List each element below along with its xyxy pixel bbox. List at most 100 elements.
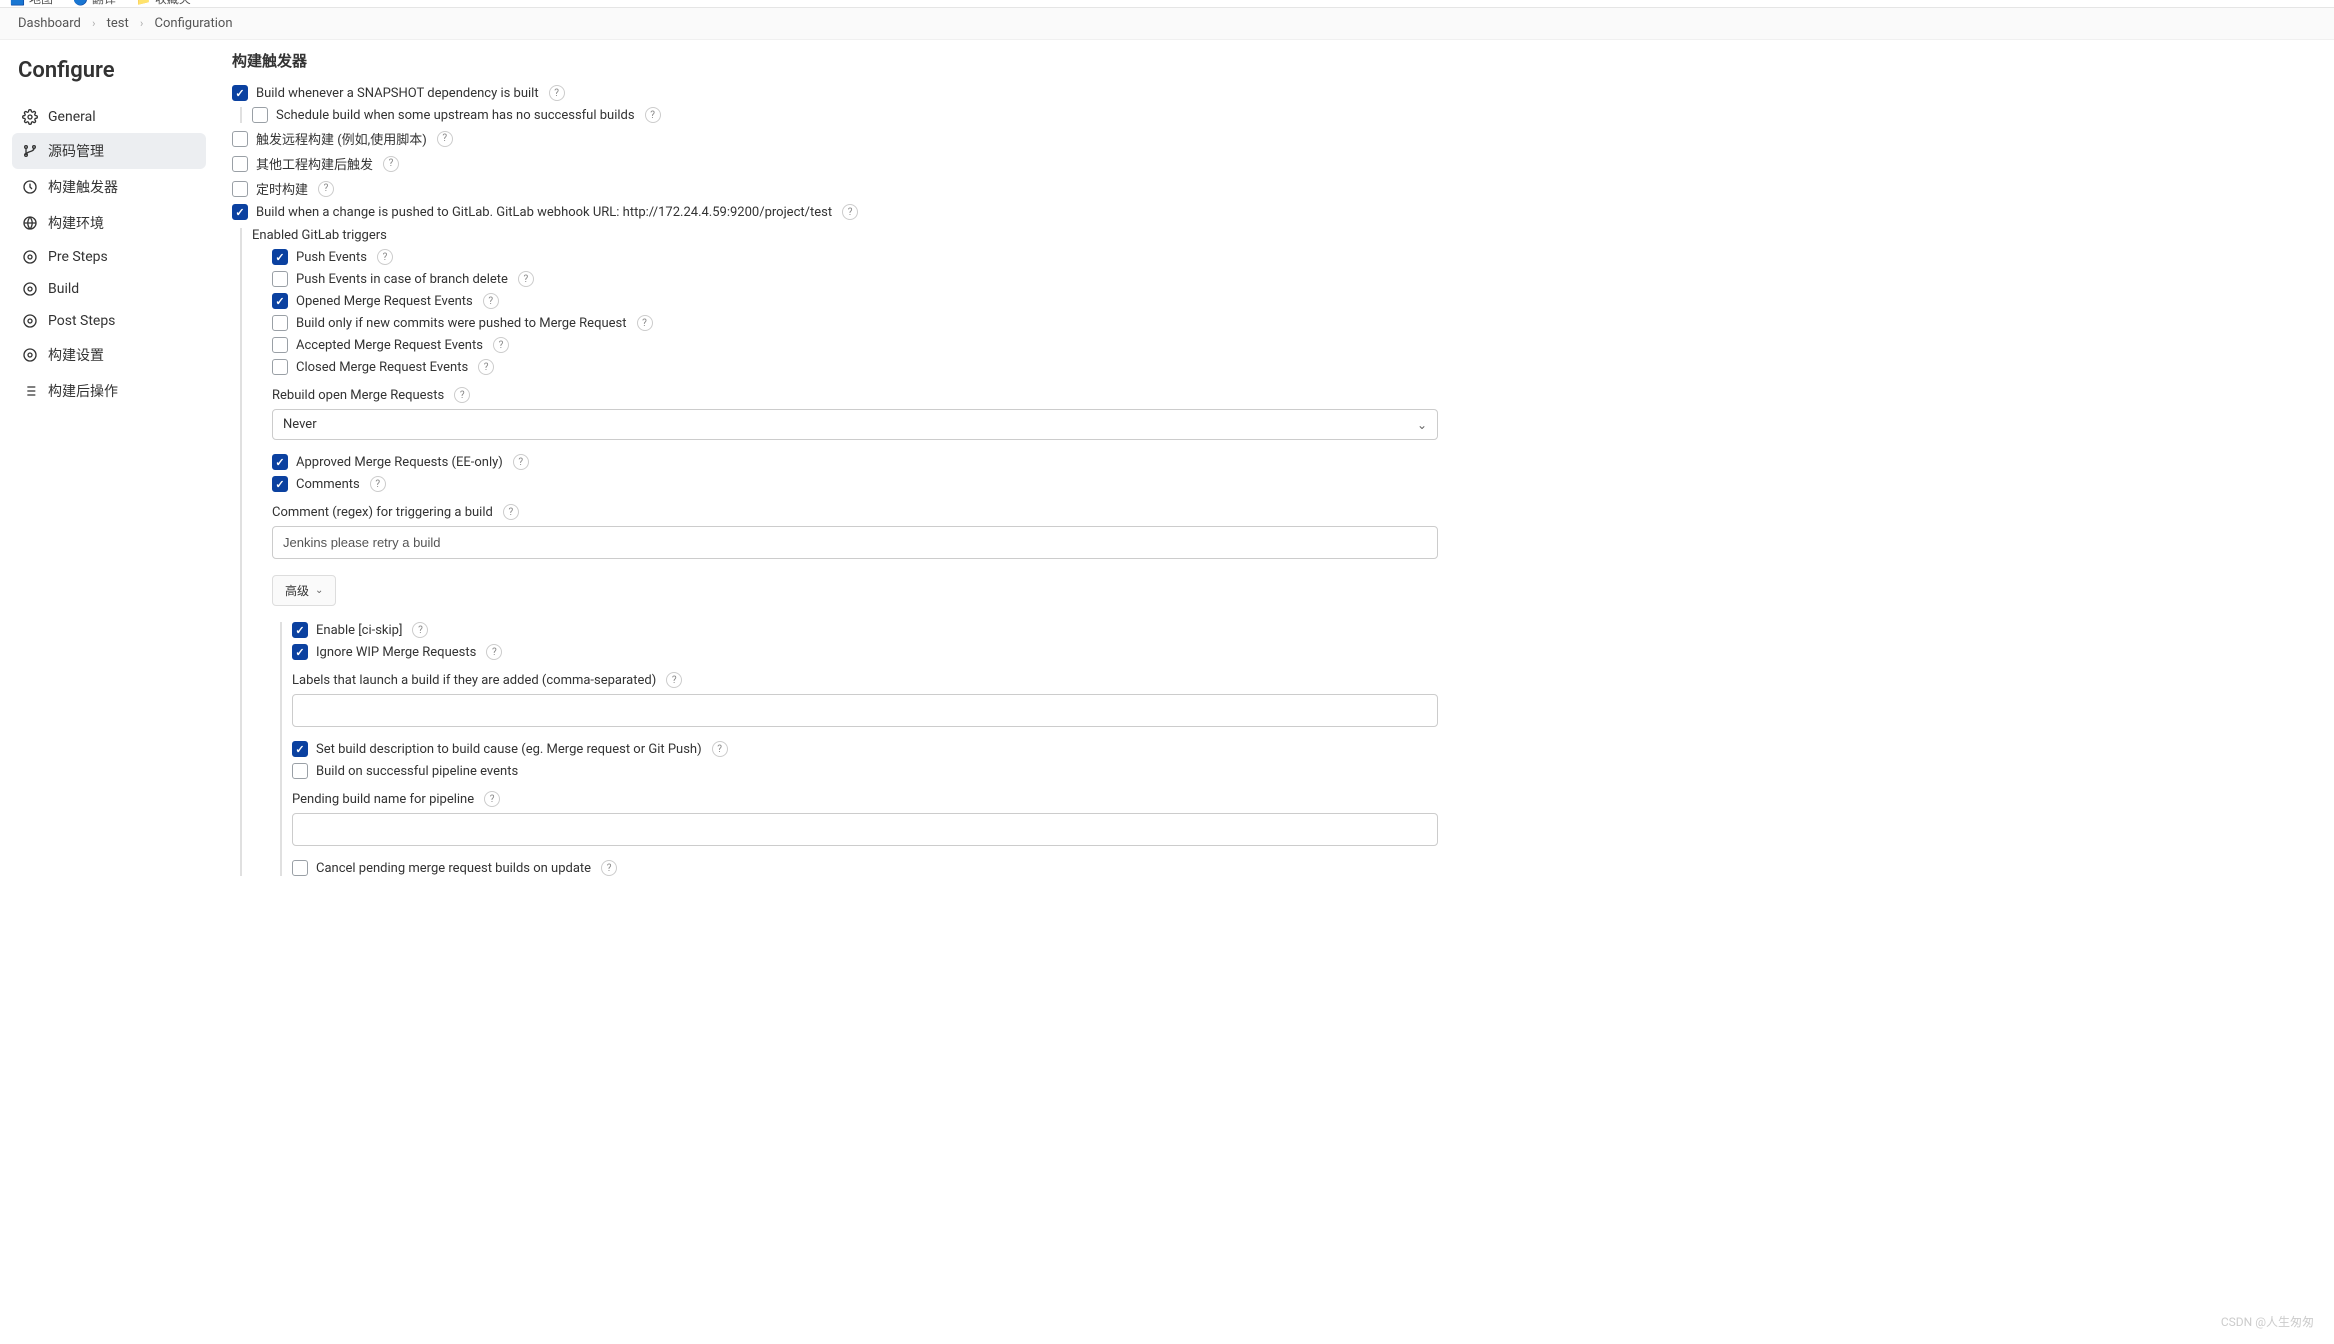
watermark: CSDN @人生匆匆	[2221, 1313, 2314, 1330]
label-opened-mr: Opened Merge Request Events	[296, 294, 473, 309]
help-icon[interactable]: ?	[478, 359, 494, 375]
sidebar-item-general[interactable]: General	[12, 101, 206, 133]
branch-icon	[22, 143, 38, 159]
help-icon[interactable]: ?	[383, 156, 399, 172]
sidebar-item-build[interactable]: Build	[12, 273, 206, 305]
help-icon[interactable]: ?	[503, 504, 519, 520]
checkbox-ci-skip[interactable]	[292, 622, 308, 638]
label-remote-trigger: 触发远程构建 (例如,使用脚本)	[256, 129, 427, 148]
checkbox-cancel-pending[interactable]	[292, 860, 308, 876]
checkbox-schedule-upstream[interactable]	[252, 107, 268, 123]
help-icon[interactable]: ?	[518, 271, 534, 287]
toolbar-translate[interactable]: 🔵 翻译	[73, 0, 116, 7]
help-icon[interactable]: ?	[454, 387, 470, 403]
help-icon[interactable]: ?	[412, 622, 428, 638]
help-icon[interactable]: ?	[483, 293, 499, 309]
checkbox-snapshot[interactable]	[232, 85, 248, 101]
checkbox-gitlab-push[interactable]	[232, 204, 248, 220]
checkbox-remote-trigger[interactable]	[232, 131, 248, 147]
label-set-build-desc: Set build description to build cause (eg…	[316, 742, 702, 757]
globe-icon	[22, 215, 38, 231]
sidebar-item-build-settings[interactable]: 构建设置	[12, 337, 206, 373]
checkbox-timed-build[interactable]	[232, 181, 248, 197]
sidebar-item-label: General	[48, 109, 96, 125]
chevron-right-icon: ›	[92, 17, 95, 30]
label-enabled-triggers: Enabled GitLab triggers	[252, 228, 1438, 243]
help-icon[interactable]: ?	[601, 860, 617, 876]
breadcrumb: Dashboard › test › Configuration	[0, 8, 2334, 40]
list-icon	[22, 383, 38, 399]
checkbox-build-on-success[interactable]	[292, 763, 308, 779]
sidebar-item-label: 构建触发器	[48, 177, 118, 197]
help-icon[interactable]: ?	[645, 107, 661, 123]
sidebar-item-post-build[interactable]: 构建后操作	[12, 373, 206, 409]
label-comments: Comments	[296, 477, 360, 492]
select-rebuild[interactable]: Never ⌄	[272, 409, 1438, 440]
label-build-on-success: Build on successful pipeline events	[316, 764, 518, 779]
checkbox-set-build-desc[interactable]	[292, 741, 308, 757]
sidebar-item-pre-steps[interactable]: Pre Steps	[12, 241, 206, 273]
checkbox-comments[interactable]	[272, 476, 288, 492]
label-accepted-mr: Accepted Merge Request Events	[296, 338, 483, 353]
checkbox-ignore-wip[interactable]	[292, 644, 308, 660]
gear-icon	[22, 281, 38, 297]
breadcrumb-configuration[interactable]: Configuration	[155, 16, 233, 31]
help-icon[interactable]: ?	[486, 644, 502, 660]
label-labels-launch: Labels that launch a build if they are a…	[292, 672, 1438, 688]
gear-icon	[22, 109, 38, 125]
help-icon[interactable]: ?	[370, 476, 386, 492]
input-pending-name[interactable]	[292, 813, 1438, 846]
toolbar-map[interactable]: 🟦 地图	[10, 0, 53, 7]
label-gitlab-push: Build when a change is pushed to GitLab.…	[256, 205, 832, 220]
sidebar-item-source[interactable]: 源码管理	[12, 133, 206, 169]
checkbox-push-delete[interactable]	[272, 271, 288, 287]
label-rebuild: Rebuild open Merge Requests ?	[272, 387, 1438, 403]
label-approved-mr: Approved Merge Requests (EE-only)	[296, 455, 503, 470]
help-icon[interactable]: ?	[493, 337, 509, 353]
gear-icon	[22, 313, 38, 329]
checkbox-accepted-mr[interactable]	[272, 337, 288, 353]
label-cancel-pending: Cancel pending merge request builds on u…	[316, 861, 591, 876]
label-ci-skip: Enable [ci-skip]	[316, 623, 402, 638]
help-icon[interactable]: ?	[549, 85, 565, 101]
help-icon[interactable]: ?	[842, 204, 858, 220]
label-push-delete: Push Events in case of branch delete	[296, 272, 508, 287]
label-snapshot: Build whenever a SNAPSHOT dependency is …	[256, 86, 539, 101]
advanced-button[interactable]: 高级 ⌄	[272, 575, 336, 606]
label-other-build: 其他工程构建后触发	[256, 154, 373, 173]
chevron-right-icon: ›	[140, 17, 143, 30]
sidebar-item-post-steps[interactable]: Post Steps	[12, 305, 206, 337]
sidebar: Configure General 源码管理 构建触发器 构建环境 Pre St…	[0, 40, 218, 922]
label-schedule-upstream: Schedule build when some upstream has no…	[276, 108, 635, 123]
help-icon[interactable]: ?	[666, 672, 682, 688]
sidebar-item-label: Build	[48, 281, 79, 297]
help-icon[interactable]: ?	[712, 741, 728, 757]
checkbox-other-build[interactable]	[232, 156, 248, 172]
sidebar-item-label: 构建环境	[48, 213, 104, 233]
help-icon[interactable]: ?	[377, 249, 393, 265]
help-icon[interactable]: ?	[484, 791, 500, 807]
input-comment-regex[interactable]	[272, 526, 1438, 559]
main-content: 构建触发器 Build whenever a SNAPSHOT dependen…	[218, 40, 1478, 922]
gear-icon	[22, 249, 38, 265]
checkbox-closed-mr[interactable]	[272, 359, 288, 375]
sidebar-item-triggers[interactable]: 构建触发器	[12, 169, 206, 205]
checkbox-build-only-new[interactable]	[272, 315, 288, 331]
label-pending-name: Pending build name for pipeline ?	[292, 791, 1438, 807]
help-icon[interactable]: ?	[513, 454, 529, 470]
chevron-down-icon: ⌄	[1417, 418, 1427, 432]
chevron-down-icon: ⌄	[315, 585, 323, 596]
breadcrumb-test[interactable]: test	[107, 16, 129, 31]
select-value: Never	[283, 417, 317, 432]
checkbox-push-events[interactable]	[272, 249, 288, 265]
help-icon[interactable]: ?	[637, 315, 653, 331]
checkbox-approved-mr[interactable]	[272, 454, 288, 470]
input-labels-launch[interactable]	[292, 694, 1438, 727]
checkbox-opened-mr[interactable]	[272, 293, 288, 309]
help-icon[interactable]: ?	[318, 181, 334, 197]
breadcrumb-dashboard[interactable]: Dashboard	[18, 16, 81, 31]
help-icon[interactable]: ?	[437, 131, 453, 147]
sidebar-item-environment[interactable]: 构建环境	[12, 205, 206, 241]
label-ignore-wip: Ignore WIP Merge Requests	[316, 645, 476, 660]
toolbar-favorites[interactable]: 📁 收藏夹	[136, 0, 191, 7]
